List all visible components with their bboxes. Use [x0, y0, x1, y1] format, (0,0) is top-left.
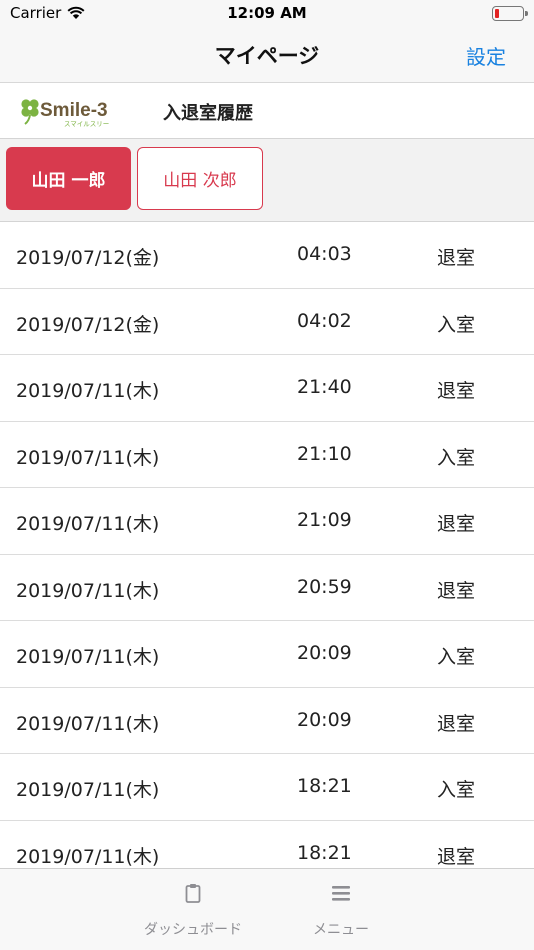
list-item[interactable]: 2019/07/11(木) 18:21 入室 [0, 754, 534, 821]
tab-dashboard-label: ダッシュボード [144, 922, 242, 938]
status-time: 12:09 AM [227, 4, 307, 22]
record-type: 退室 [437, 579, 476, 602]
record-time: 04:02 [297, 309, 352, 332]
battery-icon [492, 6, 528, 21]
record-time: 21:40 [297, 376, 352, 398]
record-date: 2019/07/11(木) [16, 446, 160, 469]
record-type: 退室 [437, 513, 476, 535]
record-date: 2019/07/11(木) [16, 779, 160, 801]
record-date: 2019/07/11(木) [16, 513, 160, 535]
tab-menu[interactable]: メニュー [300, 869, 382, 950]
person-tabs: 山田 一郎 山田 次郎 [0, 139, 534, 222]
record-time: 18:21 [297, 775, 352, 797]
page-title: マイページ [214, 44, 320, 68]
nav-bar: マイページ 設定 [0, 28, 534, 83]
svg-text:Smile-3: Smile-3 [40, 100, 108, 121]
record-time: 04:03 [297, 243, 352, 265]
history-list[interactable]: 2019/07/12(金) 04:03 退室 2019/07/12(金) 04:02 入… [0, 222, 534, 868]
record-type: 入室 [437, 646, 476, 668]
record-time: 20:09 [297, 708, 352, 731]
record-time: 20:59 [297, 575, 352, 598]
bottom-tab-bar: ダッシュボード メニュー [0, 868, 534, 950]
list-item[interactable]: 2019/07/11(木) 21:10 入室 [0, 421, 534, 488]
tab-person-2[interactable]: 山田 次郎 [137, 147, 263, 210]
record-type: 入室 [437, 779, 476, 801]
list-item[interactable]: 2019/07/11(木) 20:09 退室 [0, 687, 534, 754]
tab-person-1[interactable]: 山田 一郎 [6, 147, 131, 210]
record-type: 退室 [437, 712, 476, 735]
settings-button[interactable]: 設定 [466, 41, 506, 70]
list-item[interactable]: 2019/07/12(金) 04:02 入室 [0, 288, 534, 355]
record-time: 21:09 [297, 509, 352, 531]
record-date: 2019/07/11(木) [16, 579, 160, 602]
list-item[interactable]: 2019/07/12(金) 04:03 退室 [0, 222, 534, 289]
section-header: Smile-3 スマイルスリー 入退室履歴 [0, 84, 534, 139]
record-type: 入室 [437, 313, 476, 336]
smile-3-logo: Smile-3 スマイルスリー [21, 99, 109, 128]
list-item[interactable]: 2019/07/11(木) 21:40 退室 [0, 355, 534, 422]
svg-text:スマイルスリー: スマイルスリー [64, 120, 109, 128]
menu-icon [332, 886, 350, 901]
record-type: 退室 [437, 380, 476, 402]
record-date: 2019/07/11(木) [16, 646, 160, 668]
list-item[interactable]: 2019/07/11(木) 20:09 入室 [0, 621, 534, 688]
record-date: 2019/07/11(木) [16, 712, 160, 735]
record-type: 退室 [437, 845, 476, 868]
status-bar: Carrier 12:09 AM [0, 0, 534, 28]
record-date: 2019/07/12(金) [16, 313, 160, 336]
battery-level [495, 9, 499, 18]
record-date: 2019/07/12(金) [16, 247, 160, 269]
record-type: 入室 [437, 446, 476, 469]
tab-menu-label: メニュー [313, 922, 369, 938]
section-title: 入退室履歴 [163, 103, 253, 124]
list-item[interactable]: 2019/07/11(木) 20:59 退室 [0, 554, 534, 621]
list-item[interactable]: 2019/07/11(木) 18:21 退室 [0, 820, 534, 868]
tab-dashboard[interactable]: ダッシュボード [132, 869, 254, 950]
record-type: 退室 [437, 247, 476, 269]
record-time: 18:21 [297, 841, 352, 864]
clipboard-icon [185, 884, 201, 903]
list-item[interactable]: 2019/07/11(木) 21:09 退室 [0, 488, 534, 555]
record-time: 21:10 [297, 442, 352, 465]
record-date: 2019/07/11(木) [16, 380, 160, 402]
record-date: 2019/07/11(木) [16, 845, 160, 868]
record-time: 20:09 [297, 642, 352, 664]
